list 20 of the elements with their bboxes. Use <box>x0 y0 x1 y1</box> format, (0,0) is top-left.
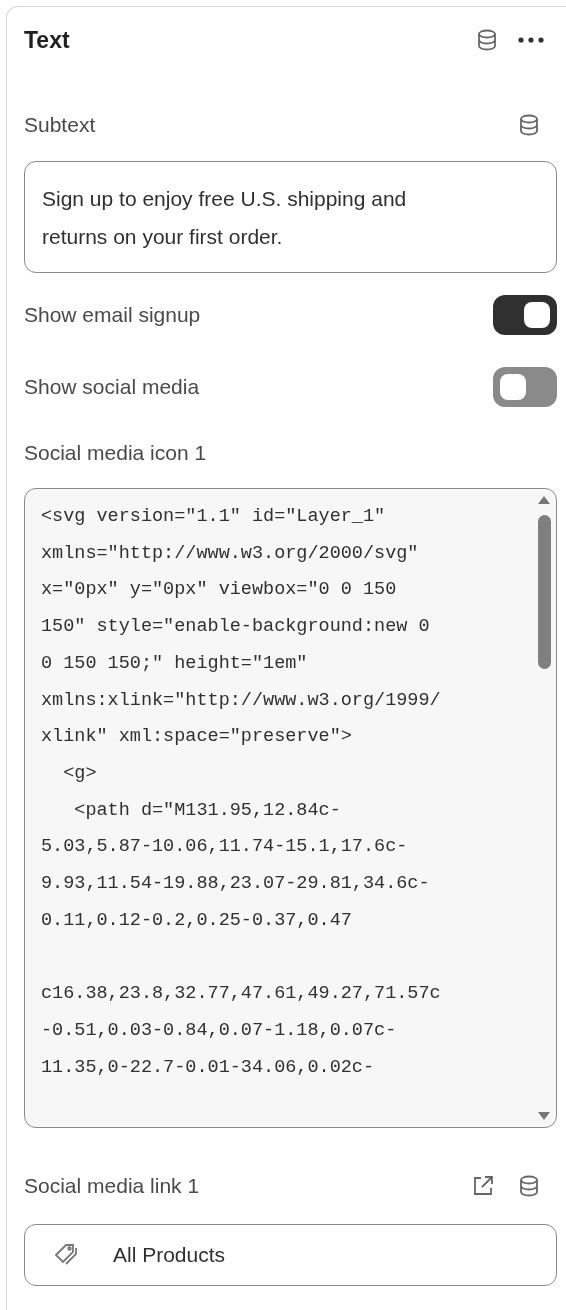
toggle-label: Show social media <box>24 373 200 400</box>
scrollbar-thumb[interactable] <box>537 515 551 669</box>
field-label: Subtext <box>24 112 96 138</box>
scrollbar[interactable] <box>536 495 552 1121</box>
scroll-down-icon[interactable] <box>537 1111 551 1121</box>
link-field[interactable]: All Products <box>24 1223 557 1286</box>
code-field[interactable]: <svg version="1.1" id="Layer_1" xmlns="http://www.w3.org/2000/svg" x="0px" y="0px" viewbox="0 0 150 150" style="enable-background:new 0 0 150 150;" height="1em" xmlns:xlink="http://www.w3.org/1999/ xlink" xml:space="preserve"> <g> <path d="M131.95,12.84c- 5.03,5.87-10.06,11.74-15.1,17.6c- 9.93,11.54-19.88,23.07-29.81,34.6c- 0.11,0.12-0.2,0.25-0.37,0.47 c16.38,23.8,32.77,47.61,49.27,71.57c -0.51,0.03-0.84,0.07-1.18,0.07c- 11.35,0-22.7-0.01-34.06,0.02c- <box>24 488 557 1128</box>
database-icon[interactable] <box>475 28 499 52</box>
external-link-icon[interactable] <box>471 1173 495 1198</box>
panel-title: Text <box>24 25 70 55</box>
toggle-switch[interactable] <box>493 366 557 407</box>
toggle-switch[interactable] <box>493 294 557 335</box>
scroll-up-icon[interactable] <box>537 495 551 505</box>
database-icon[interactable] <box>517 112 541 137</box>
field-label: Social media link 1 <box>24 1173 200 1199</box>
database-icon[interactable] <box>517 1173 541 1198</box>
subtext-field[interactable]: Sign up to enjoy free U.S. shipping and returns on your first order. <box>24 160 557 273</box>
field-label: Social media icon 1 <box>24 439 208 466</box>
toggle-label: Show email signup <box>24 301 201 328</box>
more-icon[interactable] <box>517 36 545 44</box>
